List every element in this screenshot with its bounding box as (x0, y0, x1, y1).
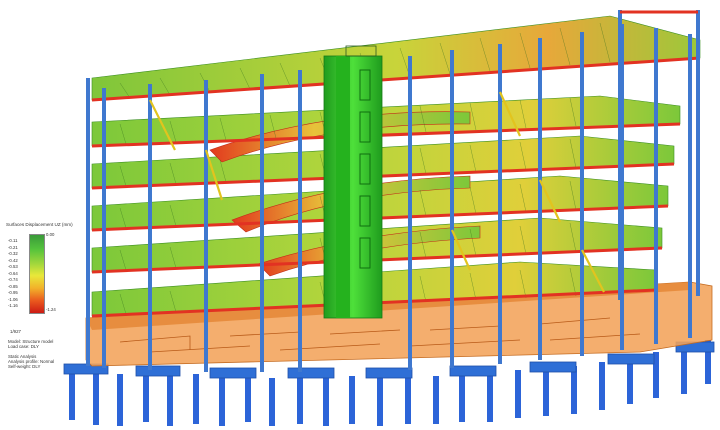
legend-tick: -0.95 (8, 290, 18, 295)
structural-3d-viewport[interactable] (0, 0, 720, 430)
view-scale-label: 1/927 (10, 329, 21, 334)
load-case-line: Load case: DLY (8, 344, 39, 349)
legend-min-label: -1.24 (46, 307, 56, 312)
legend-tick: -1.16 (8, 303, 18, 308)
legend-color-scale (29, 234, 45, 314)
elevator-core (323, 55, 383, 319)
legend-tick: -0.64 (8, 270, 18, 276)
legend-tick: -0.42 (8, 257, 18, 263)
self-weight-line: Self-weight: DLY (8, 364, 41, 369)
legend-tick: -0.11 (8, 238, 18, 243)
legend-max-label: 0.00 (46, 232, 55, 237)
legend-title: Surfaces Displacement UZ (mm) (6, 222, 73, 227)
legend-tick: -0.32 (8, 251, 18, 256)
legend-tick: -0.21 (8, 244, 18, 250)
legend-tick: -0.85 (8, 283, 18, 289)
legend-tick: -1.06 (8, 296, 18, 302)
legend-tick: -0.74 (8, 277, 18, 282)
displacement-legend: Surfaces Displacement UZ (mm) 0.00 -1.24… (2, 222, 73, 318)
legend-tick: -0.53 (8, 264, 18, 269)
